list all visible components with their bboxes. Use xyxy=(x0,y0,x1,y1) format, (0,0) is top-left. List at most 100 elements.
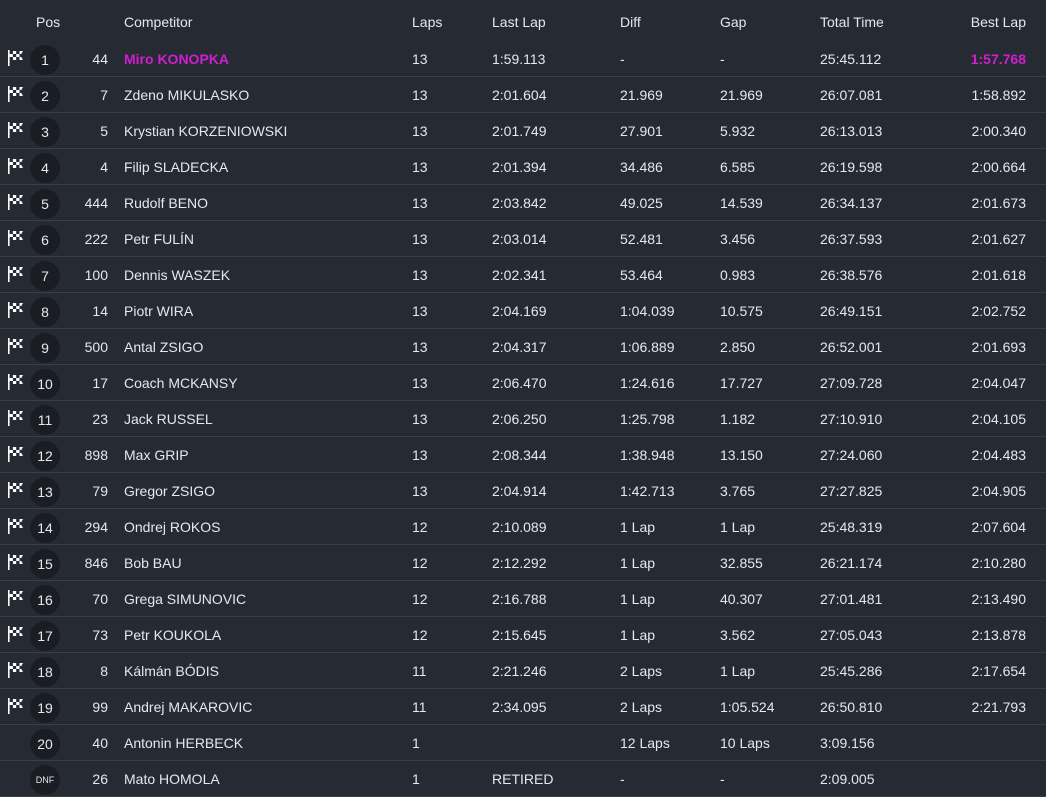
gap-value: 3.456 xyxy=(720,231,756,247)
competitor-name[interactable]: Zdeno MIKULASKO xyxy=(124,87,249,103)
table-row[interactable]: 18 8 Kálmán BÓDIS 11 2:21.246 2 Laps 1 Lap 25:4… xyxy=(0,653,1046,689)
competitor-number: 444 xyxy=(84,195,108,211)
table-row[interactable]: 11 23 Jack RUSSEL 13 2:06.250 1:25.798 1.182 27… xyxy=(0,401,1046,437)
competitor-name[interactable]: Rudolf BENO xyxy=(124,195,208,211)
checkered-flag-icon xyxy=(7,193,25,211)
competitor-name[interactable]: Jack RUSSEL xyxy=(124,411,213,427)
last-lap-value: 2:21.246 xyxy=(492,663,547,679)
checkered-flag-icon xyxy=(7,625,25,643)
checkered-flag-icon xyxy=(7,301,25,319)
gap-value: 1 Lap xyxy=(720,663,756,679)
laps-value: 12 xyxy=(412,555,428,571)
position-badge: 11 xyxy=(30,405,60,435)
table-row[interactable]: 2 7 Zdeno MIKULASKO 13 2:01.604 21.969 21.969 2… xyxy=(0,77,1046,113)
competitor-number: 4 xyxy=(100,159,108,175)
checkered-flag-icon xyxy=(7,553,25,571)
checkered-flag-icon xyxy=(7,229,25,247)
last-lap-value: 2:04.914 xyxy=(492,483,547,499)
total-time-value: 26:50.810 xyxy=(820,699,883,715)
competitor-name[interactable]: Max GRIP xyxy=(124,447,189,463)
competitor-name[interactable]: Petr FULÍN xyxy=(124,231,194,247)
table-row[interactable]: 12 898 Max GRIP 13 2:08.344 1:38.948 13.150 27:… xyxy=(0,437,1046,473)
table-row[interactable]: 8 14 Piotr WIRA 13 2:04.169 1:04.039 10.575 26:… xyxy=(0,293,1046,329)
position-badge: 10 xyxy=(30,369,60,399)
competitor-name[interactable]: Antonin HERBECK xyxy=(124,735,243,751)
diff-value: 1:25.798 xyxy=(620,411,675,427)
competitor-name[interactable]: Gregor ZSIGO xyxy=(124,483,215,499)
gap-value: 6.585 xyxy=(720,159,756,175)
competitor-name[interactable]: Coach MCKANSY xyxy=(124,375,238,391)
position-badge: 17 xyxy=(30,621,60,651)
competitor-name[interactable]: Grega SIMUNOVIC xyxy=(124,591,246,607)
table-row[interactable]: DNF 26 Mato HOMOLA 1 RETIRED - -2:09.005 xyxy=(0,761,1046,797)
checkered-flag-icon xyxy=(7,697,25,715)
table-row[interactable]: 7 100 Dennis WASZEK 13 2:02.341 53.464 0.983 26… xyxy=(0,257,1046,293)
position-badge: 9 xyxy=(30,333,60,363)
competitor-name[interactable]: Ondrej ROKOS xyxy=(124,519,220,535)
diff-value: 52.481 xyxy=(620,231,663,247)
competitor-name[interactable]: Dennis WASZEK xyxy=(124,267,230,283)
last-lap-value: 2:03.014 xyxy=(492,231,547,247)
table-row[interactable]: 14 294 Ondrej ROKOS 12 2:10.089 1 Lap 1 Lap 25:… xyxy=(0,509,1046,545)
competitor-name[interactable]: Bob BAU xyxy=(124,555,182,571)
gap-value: 1:05.524 xyxy=(720,699,775,715)
diff-value: - xyxy=(620,51,625,67)
competitor-number: 5 xyxy=(100,123,108,139)
position-badge: 16 xyxy=(30,585,60,615)
laps-value: 12 xyxy=(412,519,428,535)
laps-value: 13 xyxy=(412,267,428,283)
header-pos: Pos xyxy=(36,14,61,30)
table-row[interactable]: 16 70 Grega SIMUNOVIC 12 2:16.788 1 Lap 40.307… xyxy=(0,581,1046,617)
laps-value: 13 xyxy=(412,447,428,463)
position-badge: 2 xyxy=(30,81,60,111)
best-lap-value: 1:58.892 xyxy=(971,87,1027,103)
diff-value: 21.969 xyxy=(620,87,663,103)
table-row[interactable]: 15 846 Bob BAU 12 2:12.292 1 Lap 32.855 26:21.1… xyxy=(0,545,1046,581)
competitor-name[interactable]: Miro KONOPKA xyxy=(124,51,229,67)
position-badge: 3 xyxy=(30,117,60,147)
table-row[interactable]: 19 99 Andrej MAKAROVIC 11 2:34.095 2 Laps 1:05… xyxy=(0,689,1046,725)
table-row[interactable]: 17 73 Petr KOUKOLA 12 2:15.645 1 Lap 3.562 27:0… xyxy=(0,617,1046,653)
table-row[interactable]: 13 79 Gregor ZSIGO 13 2:04.914 1:42.713 3.765 2… xyxy=(0,473,1046,509)
diff-value: 1 Lap xyxy=(620,555,656,571)
total-time-value: 26:37.593 xyxy=(820,231,883,247)
position-badge: 8 xyxy=(30,297,60,327)
gap-value: 3.765 xyxy=(720,483,756,499)
diff-value: 1:42.713 xyxy=(620,483,675,499)
checkered-flag-icon xyxy=(7,49,25,67)
position-badge: 20 xyxy=(30,729,60,759)
best-lap-value: 2:01.693 xyxy=(971,339,1027,355)
diff-value: 1:06.889 xyxy=(620,339,675,355)
table-row[interactable]: 5 444 Rudolf BENO 13 2:03.842 49.025 14.539 26:… xyxy=(0,185,1046,221)
diff-value: 12 Laps xyxy=(620,735,670,751)
checkered-flag-icon xyxy=(7,373,25,391)
header-best-lap: Best Lap xyxy=(970,14,1026,30)
checkered-flag-icon xyxy=(7,121,25,139)
total-time-value: 26:21.174 xyxy=(820,555,883,571)
competitor-name[interactable]: Mato HOMOLA xyxy=(124,771,220,787)
competitor-name[interactable]: Krystian KORZENIOWSKI xyxy=(124,123,287,139)
competitor-name[interactable]: Petr KOUKOLA xyxy=(124,627,221,643)
table-row[interactable]: 20 40 Antonin HERBECK 1 12 Laps 10 Laps 3:09.1… xyxy=(0,725,1046,761)
table-row[interactable]: 9 500 Antal ZSIGO 13 2:04.317 1:06.889 2.850 26… xyxy=(0,329,1046,365)
best-lap-value: 2:21.793 xyxy=(971,699,1027,715)
total-time-value: 25:45.286 xyxy=(820,663,883,679)
laps-value: 13 xyxy=(412,231,428,247)
table-row[interactable]: 10 17 Coach MCKANSY 13 2:06.470 1:24.616 17.72… xyxy=(0,365,1046,401)
diff-value: 49.025 xyxy=(620,195,663,211)
table-row[interactable]: 6 222 Petr FULÍN 13 2:03.014 52.481 3.456 26:37… xyxy=(0,221,1046,257)
gap-value: 3.562 xyxy=(720,627,756,643)
competitor-name[interactable]: Piotr WIRA xyxy=(124,303,193,319)
table-row[interactable]: 3 5 Krystian KORZENIOWSKI 13 2:01.749 27.901 5… xyxy=(0,113,1046,149)
competitor-name[interactable]: Filip SLADECKA xyxy=(124,159,228,175)
last-lap-value: 2:01.749 xyxy=(492,123,547,139)
competitor-name[interactable]: Andrej MAKAROVIC xyxy=(124,699,252,715)
last-lap-value: 2:02.341 xyxy=(492,267,547,283)
checkered-flag-icon xyxy=(7,337,25,355)
competitor-name[interactable]: Kálmán BÓDIS xyxy=(124,663,219,679)
competitor-name[interactable]: Antal ZSIGO xyxy=(124,339,203,355)
table-row[interactable]: 4 4 Filip SLADECKA 13 2:01.394 34.486 6.585 26:… xyxy=(0,149,1046,185)
total-time-value: 26:07.081 xyxy=(820,87,883,103)
table-row[interactable]: 1 44 Miro KONOPKA 13 1:59.113 - - 25:45.112 1:57… xyxy=(0,41,1046,77)
diff-value: 53.464 xyxy=(620,267,663,283)
